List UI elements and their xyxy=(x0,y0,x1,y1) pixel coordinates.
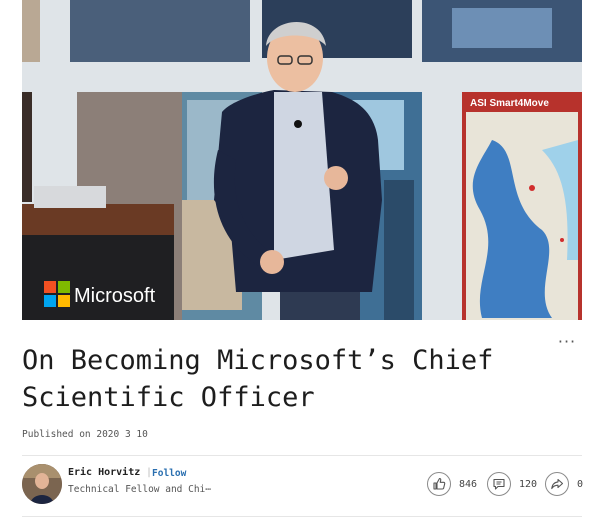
comment-icon xyxy=(487,472,511,496)
share-button[interactable]: 0 xyxy=(545,472,583,496)
article-hero-image: ASI Smart4Move Microsoft xyxy=(22,0,582,320)
article-title-line-1: On Becoming Microsoft’s Chief xyxy=(22,345,494,376)
screen-label: ASI Smart4Move xyxy=(470,98,549,109)
like-count: 846 xyxy=(459,478,478,490)
share-count: 0 xyxy=(577,478,584,490)
published-date: Published on 2020 3 10 xyxy=(22,429,148,440)
follow-button[interactable]: Follow xyxy=(152,468,186,479)
microsoft-logo-text: Microsoft xyxy=(74,285,156,307)
comment-count: 120 xyxy=(519,478,538,490)
divider-bottom xyxy=(22,516,582,517)
like-button[interactable]: 846 xyxy=(427,472,477,496)
more-options-button[interactable]: ··· xyxy=(554,334,580,350)
author-name[interactable]: Eric Horvitz xyxy=(68,467,140,478)
thumbs-up-icon xyxy=(427,472,451,496)
author-headline: Technical Fellow and Chi⋯ xyxy=(68,484,211,495)
author-avatar[interactable] xyxy=(22,464,62,504)
article-title: On Becoming Microsoft’s Chief Scientific… xyxy=(22,342,542,416)
article-title-line-2: Scientific Officer xyxy=(22,382,315,413)
divider-top xyxy=(22,455,582,456)
share-icon xyxy=(545,472,569,496)
comment-button[interactable]: 120 xyxy=(487,472,537,496)
